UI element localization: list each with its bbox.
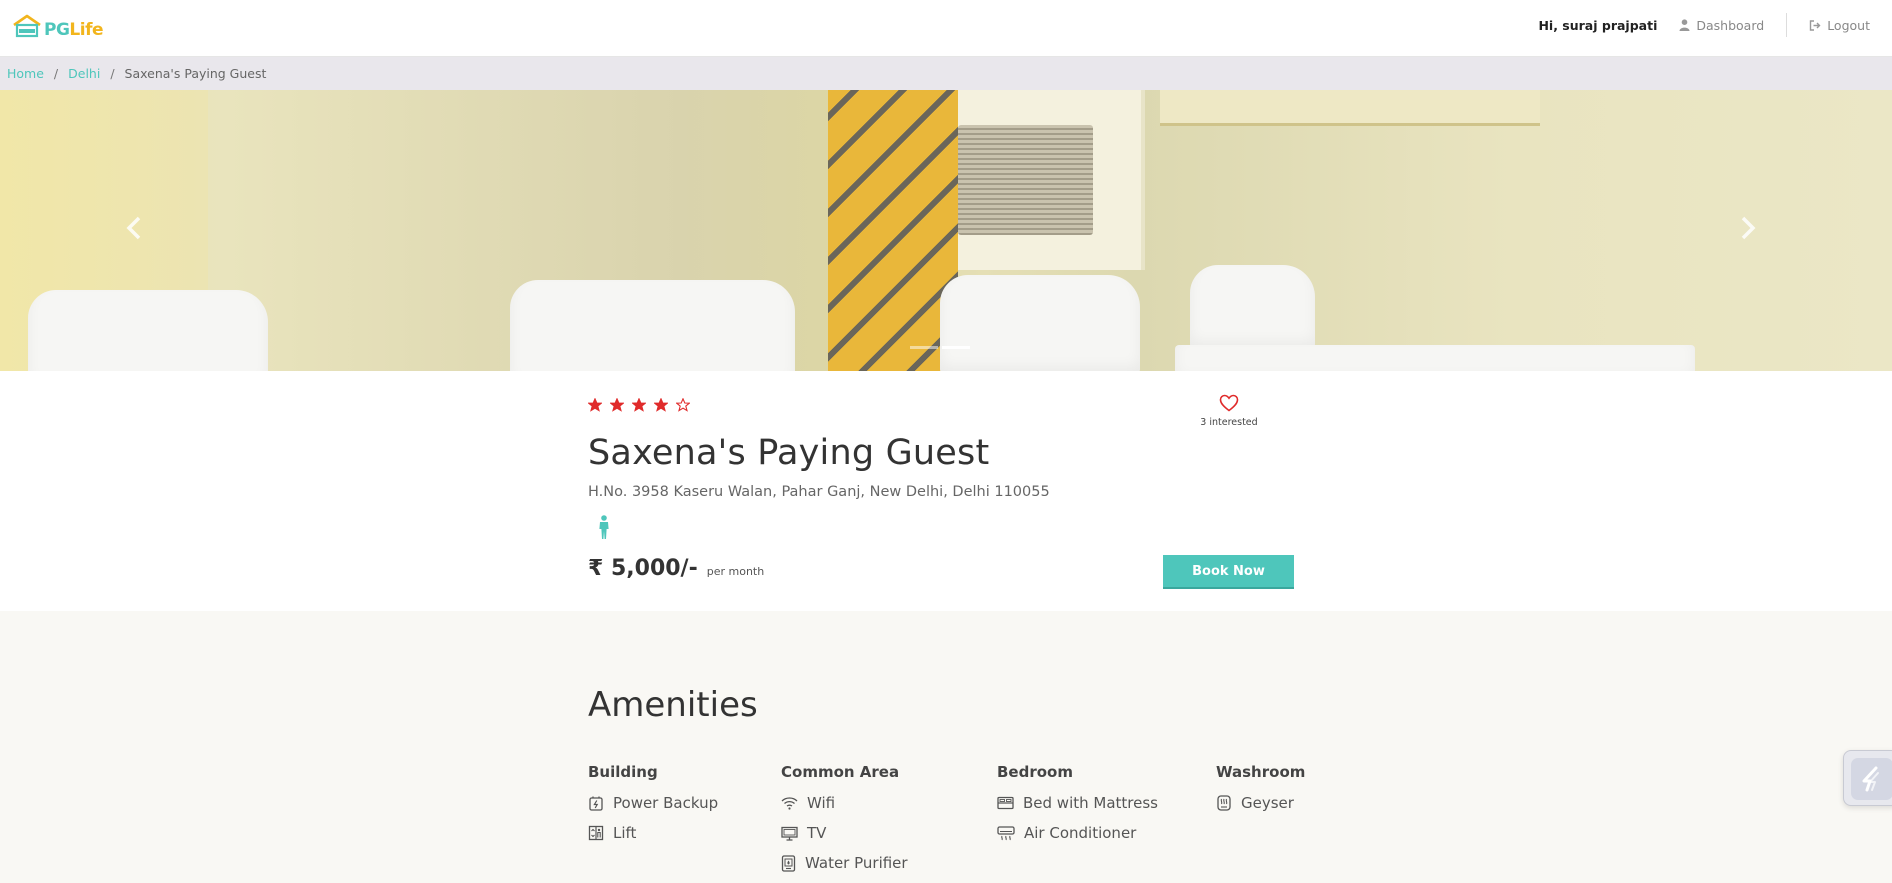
- breadcrumb-separator: /: [53, 66, 59, 81]
- star-filled-icon: [610, 398, 624, 412]
- lift-icon: [588, 825, 604, 841]
- carousel-image-ac-unit: [958, 125, 1093, 235]
- property-image-carousel[interactable]: [0, 90, 1892, 371]
- book-now-button[interactable]: Book Now: [1163, 555, 1294, 589]
- property-price: ₹ 5,000/- per month: [588, 556, 764, 581]
- carousel-indicator-active[interactable]: [942, 346, 970, 349]
- breadcrumb-city-link[interactable]: Delhi: [68, 66, 100, 81]
- carousel-next-button[interactable]: [1740, 216, 1756, 244]
- amenity-group-title: Common Area: [781, 763, 900, 781]
- amenity-label: Lift: [613, 824, 637, 842]
- house-logo-icon: [13, 14, 41, 38]
- chevron-right-icon: [1741, 216, 1756, 240]
- amenity-label: Power Backup: [613, 794, 719, 812]
- air-conditioner-icon: [997, 825, 1015, 840]
- price-amount: ₹ 5,000/-: [588, 556, 698, 581]
- star-filled-icon: [588, 398, 602, 412]
- interested-count: 3 interested: [1200, 417, 1258, 428]
- carousel-image-pillow: [1190, 265, 1315, 350]
- amenity-item: Bed with Mattress: [997, 788, 1158, 818]
- amenity-label: Geyser: [1241, 794, 1294, 812]
- amenity-group-washroom: Washroom Geyser: [1216, 763, 1305, 818]
- carousel-image-pillow: [940, 275, 1140, 371]
- star-filled-icon: [654, 398, 668, 412]
- amenity-label: Air Conditioner: [1024, 824, 1137, 842]
- chevron-left-icon: [126, 216, 141, 240]
- amenity-group-building: Building Power Backup Lift: [588, 763, 718, 848]
- amenity-label: Water Purifier: [805, 854, 908, 872]
- price-period: per month: [706, 565, 765, 578]
- breadcrumb-current: Saxena's Paying Guest: [124, 66, 267, 81]
- amenity-group-title: Washroom: [1216, 763, 1306, 781]
- carousel-image-pillow: [510, 280, 795, 371]
- lightning-icon: [1862, 766, 1879, 792]
- user-icon: [1679, 19, 1690, 31]
- wifi-icon: [781, 797, 798, 810]
- carousel-image-curtain: [828, 90, 958, 371]
- amenity-label: Wifi: [807, 794, 836, 812]
- nav-divider: [1786, 13, 1788, 37]
- amenity-group-title: Bedroom: [997, 763, 1073, 781]
- interested-widget: 3 interested: [1190, 394, 1268, 428]
- star-empty-icon: [676, 398, 690, 412]
- amenity-group-title: Building: [588, 763, 658, 781]
- nav-menu: Hi, suraj prajpati Dashboard Logout: [1538, 0, 1870, 50]
- amenity-item: Power Backup: [588, 788, 718, 818]
- star-rating: [588, 398, 690, 412]
- carousel-image-pillow: [28, 290, 268, 371]
- logout-label: Logout: [1827, 17, 1870, 33]
- heart-icon[interactable]: [1219, 394, 1239, 412]
- breadcrumb-separator: /: [110, 66, 115, 81]
- amenity-item: Water Purifier: [781, 848, 908, 878]
- navbar: PGLife Hi, suraj prajpati Dashboard Logo…: [0, 0, 1892, 57]
- dashboard-link[interactable]: Dashboard: [1679, 18, 1764, 33]
- property-name: Saxena's Paying Guest: [588, 433, 990, 473]
- breadcrumb-home-link[interactable]: Home: [7, 66, 44, 81]
- amenity-item: Geyser: [1216, 788, 1305, 818]
- user-greeting: Hi, suraj prajpati: [1538, 17, 1658, 33]
- property-address: H.No. 3958 Kaseru Walan, Pahar Ganj, New…: [588, 484, 1050, 500]
- tv-icon: [781, 826, 798, 841]
- power-backup-icon: [589, 796, 603, 811]
- carousel-indicators: [910, 346, 970, 349]
- logo-text-life: Life: [69, 20, 104, 40]
- pglife-logo[interactable]: PGLife: [12, 12, 104, 40]
- amenities-title: Amenities: [588, 685, 758, 725]
- amenities-section: Amenities Building Power Backup Lift Com…: [0, 611, 1892, 883]
- amenity-label: Bed with Mattress: [1023, 794, 1158, 812]
- amenity-item: Lift: [588, 818, 718, 848]
- geyser-icon: [1217, 795, 1231, 811]
- amenity-item: Air Conditioner: [997, 818, 1158, 848]
- breadcrumb: Home / Delhi / Saxena's Paying Guest: [0, 57, 1892, 90]
- dashboard-label: Dashboard: [1696, 17, 1765, 33]
- floating-assistant-widget[interactable]: [1843, 750, 1892, 806]
- amenity-label: TV: [807, 824, 827, 842]
- carousel-indicator[interactable]: [910, 346, 938, 349]
- bed-icon: [997, 796, 1014, 810]
- carousel-image-shelf: [1160, 90, 1540, 126]
- carousel-prev-button[interactable]: [126, 216, 142, 244]
- logo-text-pg: PG: [44, 20, 70, 40]
- water-purifier-icon: [781, 854, 796, 872]
- male-icon: [597, 515, 611, 543]
- logout-icon: [1809, 19, 1821, 31]
- carousel-image-bed: [1175, 345, 1695, 371]
- amenity-group-common-area: Common Area Wifi TV Water Purifier: [781, 763, 908, 878]
- amenity-group-bedroom: Bedroom Bed with Mattress Air Conditione…: [997, 763, 1158, 848]
- logout-link[interactable]: Logout: [1809, 18, 1870, 33]
- property-detail: 3 interested Saxena's Paying Guest H.No.…: [0, 371, 1892, 611]
- star-filled-icon: [632, 398, 646, 412]
- amenity-item: TV: [781, 818, 908, 848]
- amenity-item: Wifi: [781, 788, 908, 818]
